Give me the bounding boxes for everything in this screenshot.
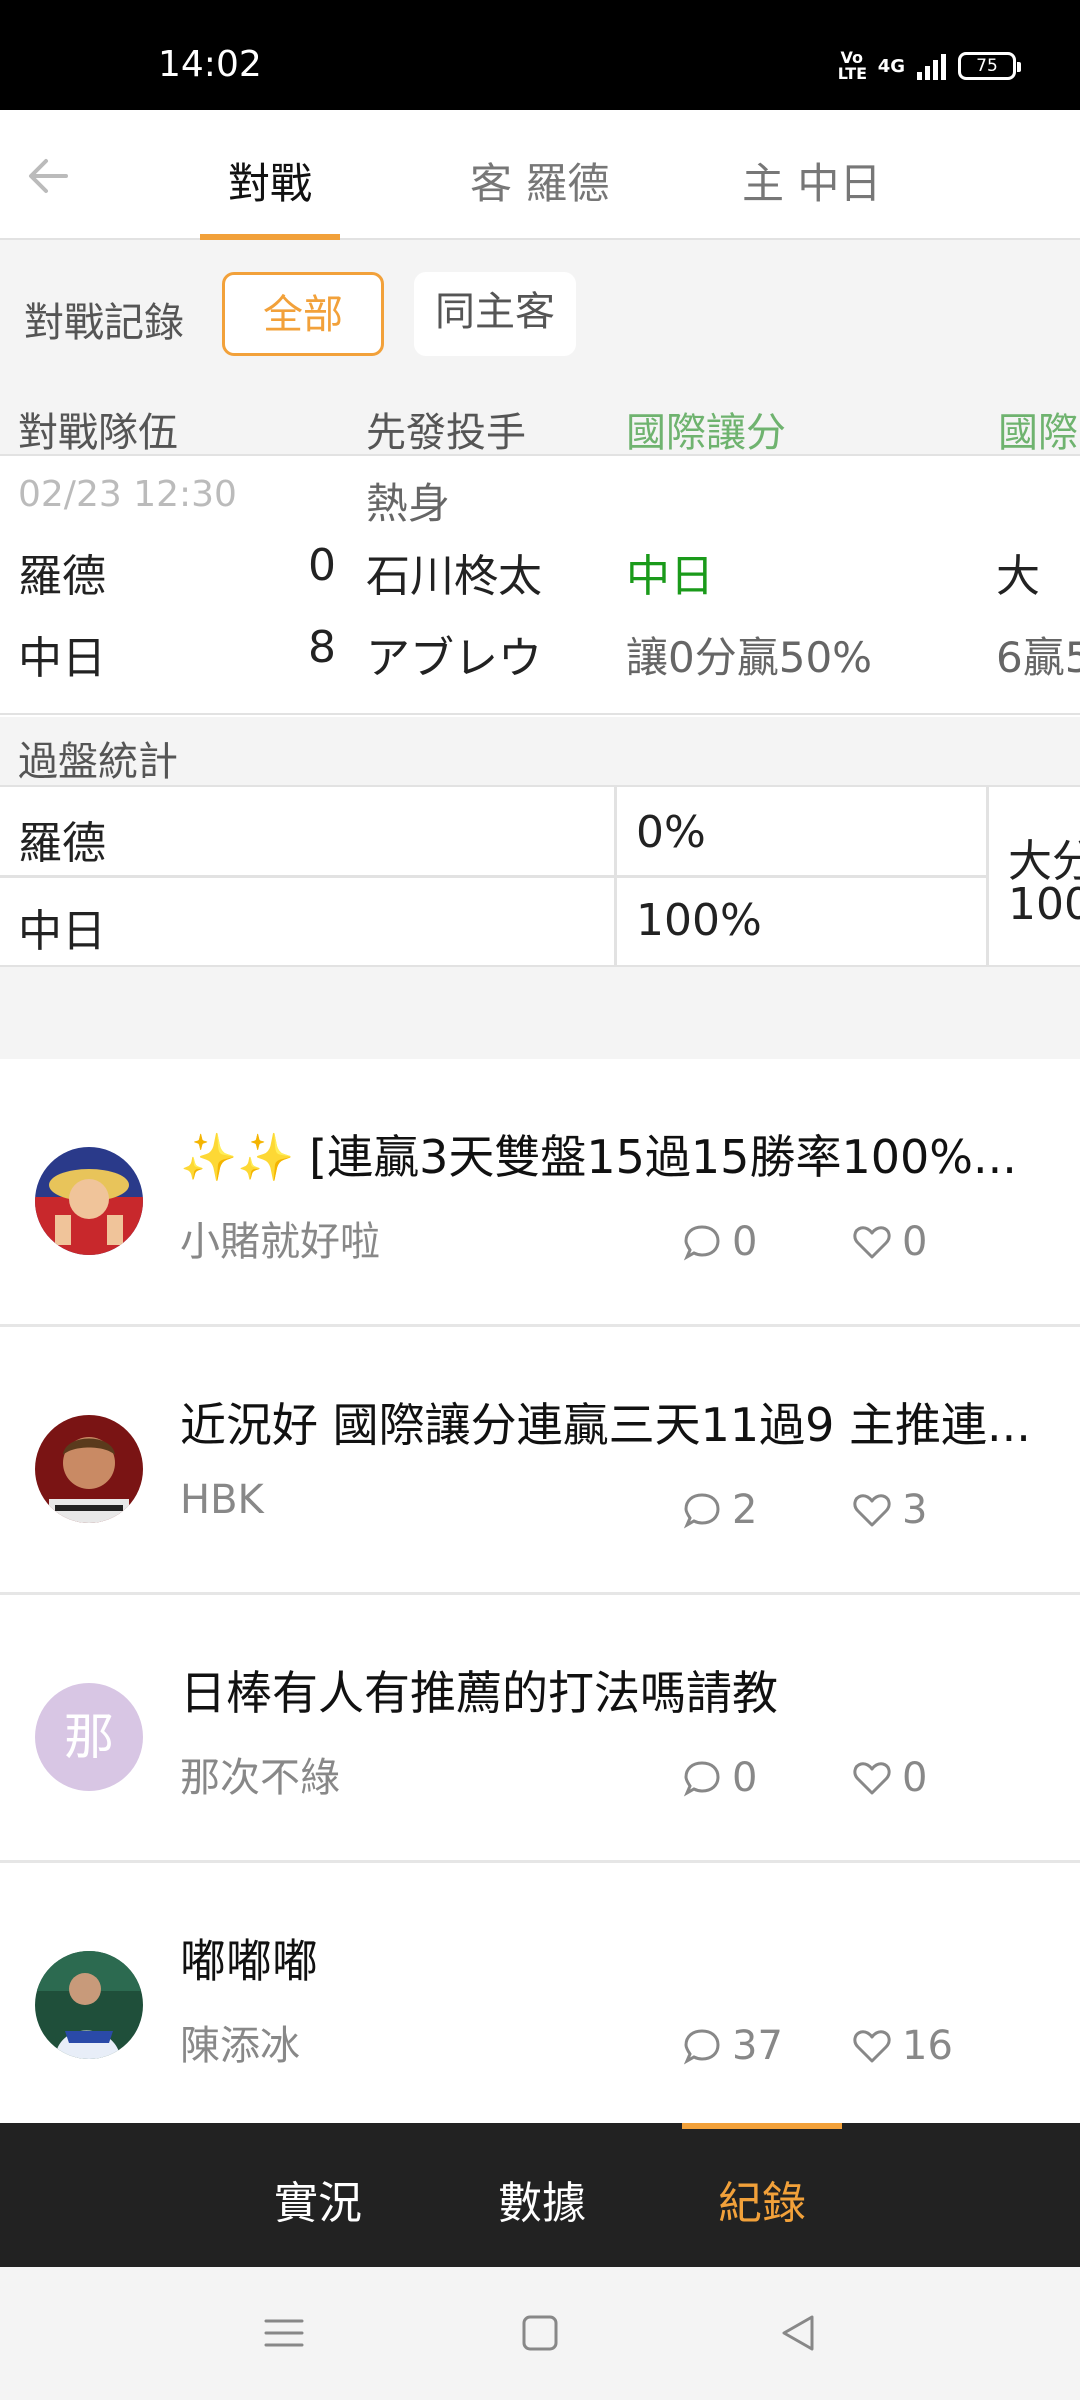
record-filter: 對戰記錄 全部 同主客 <box>0 240 1080 390</box>
col-header-over-under[interactable]: 國際 <box>998 400 1078 458</box>
avatar[interactable] <box>35 1951 143 2059</box>
like-count-value: 3 <box>902 1487 928 1533</box>
stats-over-value: 100 <box>1008 879 1080 930</box>
comment-icon <box>683 1225 720 1261</box>
heart-icon <box>853 1494 891 1527</box>
row-home-over-under: 6贏5 <box>996 633 1080 682</box>
stats-away-team: 羅德 <box>18 818 106 869</box>
match-status: 熱身 <box>366 479 451 528</box>
comment-count-value: 0 <box>732 1219 758 1265</box>
row-home-team: 中日 <box>18 633 106 684</box>
home-square-icon[interactable] <box>518 2311 562 2355</box>
heart-icon <box>853 1226 891 1259</box>
heart-icon <box>853 1762 891 1795</box>
section-gap <box>0 967 1080 1059</box>
avatar[interactable] <box>35 1415 143 1523</box>
stats-home-team: 中日 <box>18 906 106 957</box>
battery-icon: 75 <box>958 52 1021 80</box>
tab-live[interactable]: 實況 <box>274 2167 362 2231</box>
tab-records[interactable]: 紀錄 <box>718 2167 806 2231</box>
row-away-over-under: 大 <box>996 551 1040 602</box>
row-home-handicap: 讓0分贏50% <box>626 633 873 682</box>
row-away-team: 羅德 <box>18 551 106 602</box>
matchup-table: 對戰隊伍 先發投手 國際讓分 國際 02/23 12:30 熱身 羅德 0 石川… <box>0 390 1080 715</box>
list-item[interactable]: 那 日棒有人有推薦的打法嗎請教 那次不綠 0 0 <box>0 1595 1080 1863</box>
comment-count[interactable]: 37 <box>682 2023 783 2069</box>
col-header-pitchers: 先發投手 <box>366 410 526 456</box>
post-author[interactable]: HBK <box>180 1477 264 1523</box>
active-tab-indicator <box>682 2123 842 2129</box>
match-header: 對戰 客 羅德 主 中日 <box>0 110 1080 240</box>
filter-same-home-away-button[interactable]: 同主客 <box>414 272 576 356</box>
post-author[interactable]: 那次不綠 <box>180 1745 340 1803</box>
matchup-table-header: 對戰隊伍 先發投手 國際讓分 國際 <box>0 390 1080 456</box>
post-title[interactable]: ✨✨ [連贏3天雙盤15過15勝率100%... <box>180 1121 1040 1187</box>
col-header-handicap[interactable]: 國際讓分 <box>626 400 786 458</box>
like-count[interactable]: 0 <box>852 1219 927 1265</box>
post-author[interactable]: 小賭就好啦 <box>180 1209 380 1267</box>
avatar[interactable] <box>35 1147 143 1255</box>
row-home-score: 8 <box>308 622 336 673</box>
divider <box>986 787 989 965</box>
like-count[interactable]: 0 <box>852 1755 927 1801</box>
stats-home-rate: 100% <box>636 895 762 946</box>
status-bar: 14:02 Vo LTE 4G 75 <box>0 0 1080 110</box>
status-time: 14:02 <box>158 44 262 85</box>
back-triangle-icon[interactable] <box>776 2311 820 2355</box>
handicap-stats-header: 過盤統計 <box>0 717 1080 787</box>
tab-matchup[interactable]: 對戰 <box>228 150 312 240</box>
tab-home-team[interactable]: 主 中日 <box>742 150 881 240</box>
stats-away-rate: 0% <box>636 807 706 858</box>
post-author[interactable]: 陳添冰 <box>180 2013 300 2071</box>
heart-icon <box>853 2030 891 2063</box>
list-item[interactable]: 近況好 國際讓分連贏三天11過9 主推連... HBK 2 3 <box>0 1327 1080 1595</box>
filter-label: 對戰記錄 <box>24 300 184 346</box>
comment-icon <box>683 2029 720 2065</box>
comment-count-value: 2 <box>732 1487 758 1533</box>
like-count[interactable]: 16 <box>852 2023 953 2069</box>
post-list: ✨✨ [連贏3天雙盤15過15勝率100%... 小賭就好啦 0 0 近況好 國… <box>0 1059 1080 2123</box>
comment-count-value: 0 <box>732 1755 758 1801</box>
arrow-left-icon[interactable] <box>22 150 74 202</box>
row-away-score: 0 <box>308 540 336 591</box>
post-title[interactable]: 近況好 國際讓分連贏三天11過9 主推連... <box>180 1389 1040 1455</box>
bottom-tab-bar: 實況 數據 紀錄 <box>0 2123 1080 2267</box>
comment-icon <box>683 1761 720 1797</box>
col-header-teams: 對戰隊伍 <box>18 410 178 456</box>
comment-icon <box>683 1493 720 1529</box>
handicap-stats-title: 過盤統計 <box>18 739 178 785</box>
divider <box>0 875 614 878</box>
list-item[interactable]: 嘟嘟嘟 陳添冰 37 16 <box>0 1863 1080 2123</box>
divider <box>617 875 986 878</box>
system-navigation-bar <box>0 2267 1080 2400</box>
comment-count-value: 37 <box>732 2023 783 2069</box>
like-count-value: 0 <box>902 1755 928 1801</box>
list-item[interactable]: ✨✨ [連贏3天雙盤15過15勝率100%... 小賭就好啦 0 0 <box>0 1059 1080 1327</box>
handicap-stats-table: 羅德 0% 中日 100% 大分 100 <box>0 787 1080 967</box>
row-away-handicap: 中日 <box>626 551 714 602</box>
post-title[interactable]: 嘟嘟嘟 <box>180 1925 1040 1991</box>
network-type: 4G <box>877 55 905 77</box>
post-title[interactable]: 日棒有人有推薦的打法嗎請教 <box>180 1657 1040 1723</box>
match-date: 02/23 12:30 <box>18 474 237 515</box>
signal-icon <box>917 52 946 80</box>
filter-all-button[interactable]: 全部 <box>222 272 384 356</box>
like-count[interactable]: 3 <box>852 1487 927 1533</box>
avatar[interactable]: 那 <box>35 1683 143 1791</box>
comment-count[interactable]: 0 <box>682 1219 757 1265</box>
menu-icon[interactable] <box>262 2311 306 2355</box>
like-count-value: 16 <box>902 2023 953 2069</box>
volte-icon: Vo LTE <box>837 48 868 83</box>
row-home-pitcher: アブレウ <box>366 633 542 684</box>
comment-count[interactable]: 0 <box>682 1755 757 1801</box>
tab-data[interactable]: 數據 <box>498 2167 586 2231</box>
like-count-value: 0 <box>902 1219 928 1265</box>
status-icons: Vo LTE 4G 75 <box>837 48 1021 83</box>
row-away-pitcher: 石川柊太 <box>366 551 542 602</box>
comment-count[interactable]: 2 <box>682 1487 757 1533</box>
tab-away-team[interactable]: 客 羅德 <box>470 150 609 240</box>
